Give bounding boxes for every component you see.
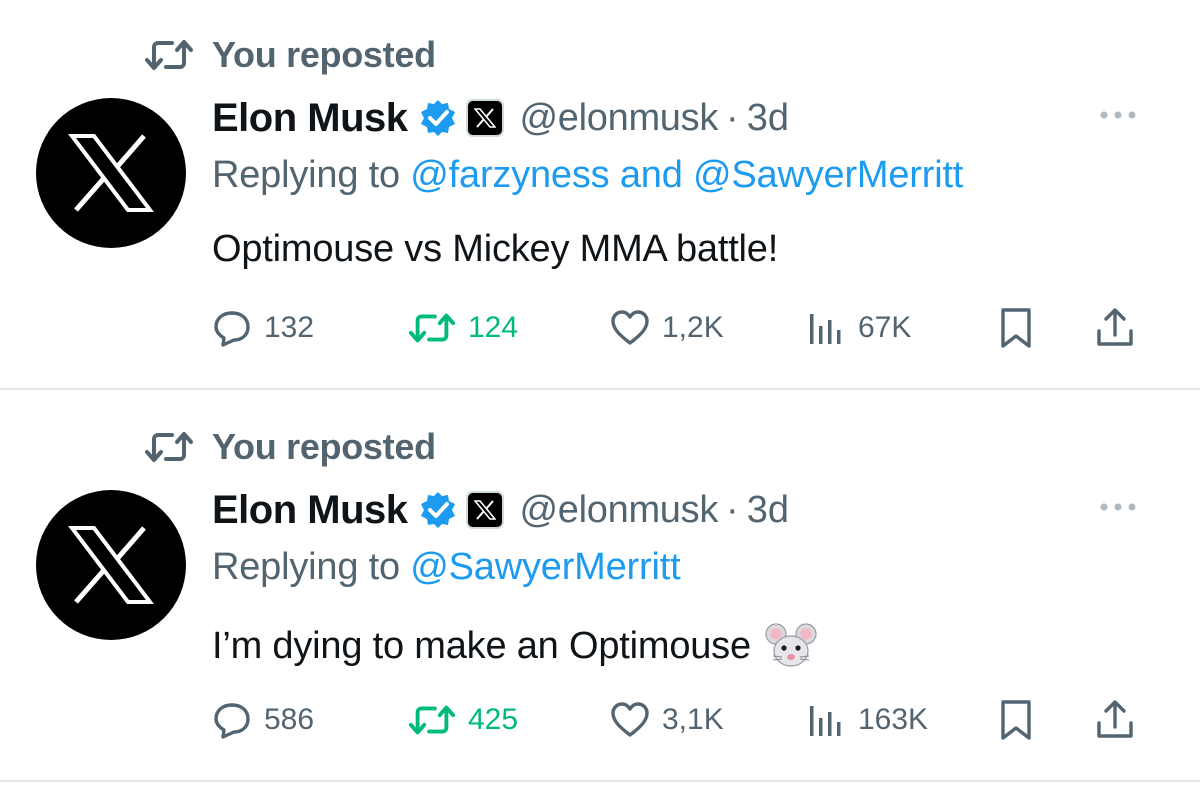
share-icon (1097, 700, 1133, 738)
repost-icon (145, 40, 193, 70)
more-options-icon[interactable] (1096, 492, 1140, 522)
action-bar: 586 425 3,1K 163K (212, 694, 1152, 746)
post-text: I’m dying to make an Optimouse (212, 620, 817, 672)
reply-count: 586 (264, 703, 315, 736)
views-button[interactable]: 67K (806, 302, 911, 354)
replying-prefix: Replying to (212, 546, 400, 588)
like-button[interactable]: 3,1K (610, 694, 724, 746)
post-time[interactable]: 3d (747, 97, 789, 140)
replying-prefix: Replying to (212, 154, 400, 196)
verified-badge-icon[interactable] (418, 490, 458, 530)
post-text-content: Optimouse vs Mickey MMA battle! (212, 228, 779, 270)
repost-count: 124 (468, 311, 519, 344)
affiliate-badge-icon[interactable] (465, 99, 504, 137)
post-time[interactable]: 3d (747, 489, 789, 532)
repost-icon (145, 432, 193, 462)
post[interactable]: You reposted Elon Musk @elonmusk · 3d Re… (0, 0, 1200, 392)
heart-icon (611, 702, 649, 737)
views-icon (810, 314, 841, 344)
x-logo-icon (68, 526, 154, 604)
avatar[interactable] (36, 490, 186, 640)
repost-context: You reposted (144, 426, 436, 468)
repost-label: You reposted (212, 426, 436, 467)
views-button[interactable]: 163K (806, 694, 928, 746)
timeline-feed: You reposted Elon Musk @elonmusk · 3d Re… (0, 0, 1200, 792)
heart-icon (611, 310, 649, 345)
author-handle[interactable]: @elonmusk (520, 97, 719, 140)
share-button[interactable] (1094, 302, 1148, 354)
x-logo-icon (473, 108, 496, 128)
mouse-face-emoji-icon (765, 623, 817, 667)
views-icon (810, 706, 841, 736)
replying-to: Replying to @SawyerMerritt (212, 546, 681, 589)
view-count: 163K (858, 703, 929, 736)
bookmark-button[interactable] (998, 694, 1046, 746)
bookmark-icon (1001, 700, 1031, 740)
repost-button[interactable]: 124 (408, 302, 518, 354)
repost-context: You reposted (144, 34, 436, 76)
verified-badge-icon[interactable] (418, 98, 458, 138)
affiliate-badge-icon[interactable] (465, 491, 504, 529)
post[interactable]: You reposted Elon Musk @elonmusk · 3d Re… (0, 392, 1200, 784)
author-name[interactable]: Elon Musk (212, 96, 408, 141)
mention-connector: and (619, 154, 694, 196)
post-header: Elon Musk @elonmusk · 3d (212, 92, 789, 144)
reply-icon (214, 703, 250, 739)
mention-link[interactable]: @farzyness (410, 154, 609, 196)
repost-button[interactable]: 425 (408, 694, 518, 746)
post-header: Elon Musk @elonmusk · 3d (212, 484, 789, 536)
separator: · (726, 488, 739, 531)
action-bar: 132 124 1,2K 67K (212, 302, 1152, 354)
like-count: 1,2K (662, 311, 724, 344)
replying-to: Replying to @farzyness and @SawyerMerrit… (212, 154, 963, 197)
mention-link[interactable]: @SawyerMerritt (410, 546, 680, 588)
share-button[interactable] (1094, 694, 1148, 746)
like-button[interactable]: 1,2K (610, 302, 724, 354)
divider (0, 388, 1200, 390)
separator: · (726, 96, 739, 139)
share-icon (1097, 308, 1133, 346)
repost-label: You reposted (212, 34, 436, 75)
more-options-icon[interactable] (1096, 100, 1140, 130)
view-count: 67K (858, 311, 912, 344)
reply-button[interactable]: 586 (212, 694, 314, 746)
repost-icon (408, 313, 456, 343)
divider (0, 780, 1200, 782)
author-handle[interactable]: @elonmusk (520, 489, 719, 532)
reply-button[interactable]: 132 (212, 302, 314, 354)
post-text-content: I’m dying to make an Optimouse (212, 624, 751, 667)
x-logo-icon (68, 134, 154, 212)
x-logo-icon (473, 500, 496, 520)
author-name[interactable]: Elon Musk (212, 488, 408, 533)
bookmark-button[interactable] (998, 302, 1046, 354)
bookmark-icon (1001, 308, 1031, 348)
mention-link[interactable]: @SawyerMerritt (693, 154, 963, 196)
reply-count: 132 (264, 311, 315, 344)
repost-count: 425 (468, 703, 519, 736)
like-count: 3,1K (662, 703, 724, 736)
reply-icon (214, 311, 250, 347)
repost-icon (408, 705, 456, 735)
post-text: Optimouse vs Mickey MMA battle! (212, 228, 778, 271)
avatar[interactable] (36, 98, 186, 248)
